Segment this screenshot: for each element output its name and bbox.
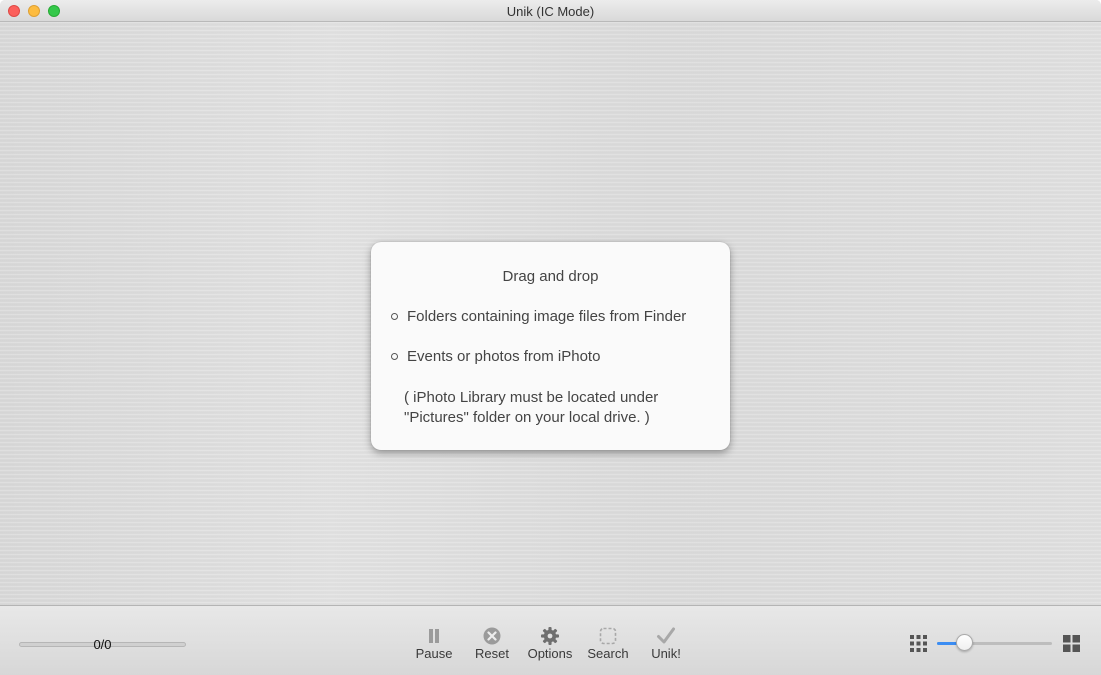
unik-label: Unik! xyxy=(651,646,681,661)
pause-icon xyxy=(429,629,439,643)
note-line: ( iPhoto Library must be located under xyxy=(404,389,659,406)
drop-heading: Drag and drop xyxy=(502,268,599,285)
title-bar[interactable]: Unik (IC Mode) xyxy=(0,0,1101,22)
drop-instructions-card: Drag and drop Folders containing image f… xyxy=(371,242,730,450)
search-dashed-icon xyxy=(599,627,617,645)
progress-count: 0/0 xyxy=(93,637,112,652)
small-grid-icon[interactable] xyxy=(910,635,927,652)
bottom-toolbar: 0/0 Pause Reset Options Search Unik! xyxy=(0,605,1101,675)
drop-item-iphoto: Events or photos from iPhoto xyxy=(407,348,601,365)
gear-icon xyxy=(541,627,559,645)
pause-label: Pause xyxy=(415,646,453,661)
slider-knob[interactable] xyxy=(956,634,974,651)
reset-icon xyxy=(483,627,501,645)
checkmark-icon xyxy=(657,627,675,644)
bullet-icon xyxy=(391,313,398,320)
thumbnail-size-slider[interactable] xyxy=(937,642,1052,645)
search-label: Search xyxy=(587,646,629,661)
iphoto-location-note: ( iPhoto Library must be located under "… xyxy=(404,388,658,428)
reset-button[interactable]: Reset xyxy=(462,626,522,661)
options-label: Options xyxy=(527,646,573,661)
reset-label: Reset xyxy=(475,646,509,661)
note-line: "Pictures" folder on your local drive. ) xyxy=(404,409,650,426)
bullet-icon xyxy=(391,353,398,360)
drop-item-finder: Folders containing image files from Find… xyxy=(407,308,687,325)
drop-area[interactable]: Drag and drop Folders containing image f… xyxy=(0,22,1101,605)
search-button[interactable]: Search xyxy=(578,626,638,661)
app-window: Unik (IC Mode) Drag and drop Folders con… xyxy=(0,0,1101,675)
pause-button[interactable]: Pause xyxy=(404,626,464,661)
unik-button[interactable]: Unik! xyxy=(636,626,696,661)
large-grid-icon[interactable] xyxy=(1063,635,1080,652)
window-title: Unik (IC Mode) xyxy=(506,4,595,19)
options-button[interactable]: Options xyxy=(520,626,580,661)
